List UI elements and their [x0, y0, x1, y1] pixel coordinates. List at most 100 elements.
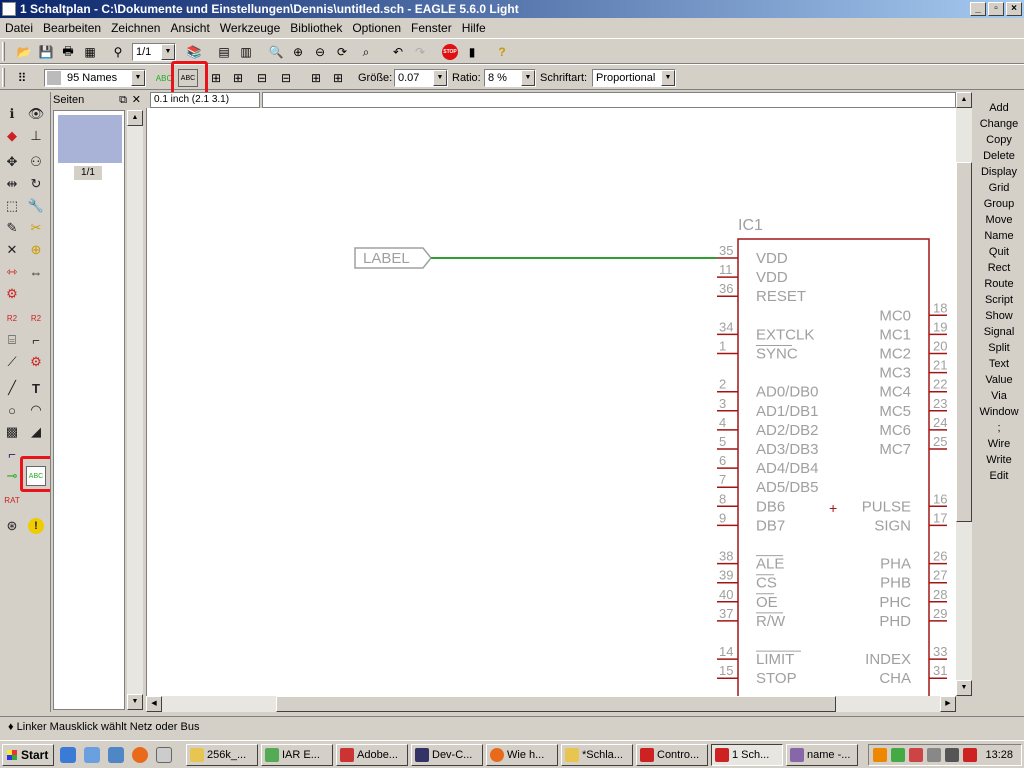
horizontal-scroll-thumb[interactable] — [276, 696, 836, 712]
toolbar-grip[interactable] — [2, 68, 5, 87]
paste-icon[interactable]: ✎ — [2, 218, 22, 238]
undo-icon[interactable]: ↶ — [388, 43, 408, 61]
eagle-app-icon[interactable] — [2, 2, 16, 16]
command-grid[interactable]: Grid — [974, 180, 1024, 196]
task-iar[interactable]: IAR E... — [261, 744, 333, 766]
command-semicolon[interactable]: ; — [974, 420, 1024, 436]
wire-icon[interactable]: ╱ — [2, 378, 22, 398]
scroll-down-arrow-icon[interactable]: ▼ — [956, 680, 972, 696]
tray-people-icon[interactable] — [891, 748, 905, 762]
close-button[interactable]: × — [1006, 2, 1022, 16]
align-bottom-center-icon[interactable]: ⊞ — [228, 69, 248, 87]
tray-security-icon[interactable] — [909, 748, 923, 762]
erc-icon[interactable]: ⊛ — [2, 516, 22, 536]
task-devc[interactable]: Dev-C... — [411, 744, 483, 766]
maximize-button[interactable]: ▫ — [988, 2, 1004, 16]
chevron-down-icon[interactable]: ▼ — [161, 44, 175, 60]
command-show[interactable]: Show — [974, 308, 1024, 324]
command-edit[interactable]: Edit — [974, 468, 1024, 484]
polygon-icon[interactable]: ◢ — [26, 422, 46, 442]
command-line-input[interactable] — [262, 92, 956, 108]
copy-icon[interactable]: ⚇ — [26, 152, 46, 172]
undock-icon[interactable]: ⧉ — [119, 92, 127, 108]
command-move[interactable]: Move — [974, 212, 1024, 228]
open-icon[interactable]: 📂 — [14, 43, 34, 61]
circle-icon[interactable]: ○ — [2, 400, 22, 420]
scroll-up-arrow-icon[interactable]: ▲ — [956, 92, 972, 108]
redraw-icon[interactable]: ⟳ — [332, 43, 352, 61]
redo-icon[interactable]: ↷ — [410, 43, 430, 61]
arc-icon[interactable]: ◠ — [26, 400, 46, 420]
network-quicklaunch-icon[interactable] — [108, 747, 124, 763]
net-label[interactable]: LABEL — [354, 247, 432, 269]
tray-app-icon[interactable] — [873, 748, 887, 762]
command-rect[interactable]: Rect — [974, 260, 1024, 276]
errors-icon[interactable]: ! — [26, 516, 46, 536]
mirror-icon[interactable]: ⇹ — [2, 174, 22, 194]
scroll-down-arrow-icon[interactable]: ▼ — [127, 694, 143, 710]
pinswap-icon[interactable]: ⇿ — [2, 262, 22, 282]
scroll-up-arrow-icon[interactable]: ▲ — [127, 110, 143, 126]
name-icon[interactable]: R2 — [2, 308, 22, 328]
board-switch-icon[interactable]: ▤ — [214, 43, 234, 61]
schematic-canvas[interactable]: LABEL IC1 35 VDD 11 VDD 36 RESET 34 EXTCLK 1 SYNC… — [146, 108, 956, 696]
command-group[interactable]: Group — [974, 196, 1024, 212]
stop-icon[interactable]: STOP — [440, 43, 460, 61]
tray-monitor-icon[interactable] — [945, 748, 959, 762]
media-quicklaunch-icon[interactable] — [84, 747, 100, 763]
library-icon[interactable]: 📚 — [184, 43, 204, 61]
task-adobe[interactable]: Adobe... — [336, 744, 408, 766]
text-icon[interactable]: T — [26, 378, 46, 398]
vertical-scroll-thumb[interactable] — [956, 162, 972, 522]
info-icon[interactable]: ℹ — [2, 104, 22, 124]
task-name[interactable]: name -... — [786, 744, 858, 766]
add-icon[interactable]: ⊕ — [26, 240, 46, 260]
show-eye-icon[interactable]: 👁 — [26, 104, 46, 124]
zoom-fit-icon[interactable]: 🔍 — [266, 43, 286, 61]
command-write[interactable]: Write — [974, 452, 1024, 468]
align-bottom-left-icon[interactable]: ⊞ — [206, 69, 226, 87]
display-layers-icon[interactable]: ◆ — [2, 126, 22, 146]
font-select[interactable]: Proportional ▼ — [592, 69, 676, 87]
split-icon[interactable]: ⟋ — [2, 352, 22, 372]
toolbar-grip[interactable] — [2, 42, 5, 61]
align-top-right-icon[interactable]: ⊞ — [328, 69, 348, 87]
command-quit[interactable]: Quit — [974, 244, 1024, 260]
change-icon[interactable]: 🔧 — [26, 196, 46, 216]
chevron-down-icon[interactable]: ▼ — [433, 70, 447, 86]
cut-icon[interactable]: ✂ — [26, 218, 46, 238]
menu-bearbeiten[interactable]: Bearbeiten — [38, 21, 106, 35]
schematic-svg[interactable]: LABEL IC1 35 VDD11 VDD36 RESET34 EXTCLK1 SYNC… — [147, 108, 956, 696]
zoom-in-icon[interactable]: ⊕ — [288, 43, 308, 61]
go-icon[interactable]: ▮ — [462, 43, 482, 61]
bus-icon[interactable]: ⌐ — [2, 444, 22, 464]
mark-icon[interactable]: ⊥ — [26, 126, 46, 146]
command-signal[interactable]: Signal — [974, 324, 1024, 340]
size-select[interactable]: 0.07 ▼ — [394, 69, 448, 87]
menu-zeichnen[interactable]: Zeichnen — [106, 21, 165, 35]
tray-eagle-icon[interactable] — [963, 748, 977, 762]
firefox-quicklaunch-icon[interactable] — [132, 747, 148, 763]
command-change[interactable]: Change — [974, 116, 1024, 132]
delete-icon[interactable]: ✕ — [2, 240, 22, 260]
ulp-icon[interactable]: ▥ — [236, 43, 256, 61]
print-icon[interactable]: 🖶 — [58, 43, 78, 61]
page-thumbnail[interactable] — [58, 115, 122, 163]
scroll-right-arrow-icon[interactable]: ▶ — [940, 696, 956, 712]
zoom-out-icon[interactable]: ⊖ — [310, 43, 330, 61]
menu-datei[interactable]: Datei — [0, 21, 38, 35]
menu-bibliothek[interactable]: Bibliothek — [285, 21, 347, 35]
gateswap-icon[interactable]: ⇔ — [26, 262, 46, 282]
align-center-icon[interactable]: ⊟ — [276, 69, 296, 87]
command-route[interactable]: Route — [974, 276, 1024, 292]
replace-icon[interactable]: ⚙ — [2, 284, 22, 304]
scroll-left-arrow-icon[interactable]: ◀ — [146, 696, 162, 712]
smash-icon[interactable]: ⌸ — [2, 330, 22, 350]
minimize-button[interactable]: _ — [970, 2, 986, 16]
command-text[interactable]: Text — [974, 356, 1024, 372]
rotate-icon[interactable]: ↻ — [26, 174, 46, 194]
calc-quicklaunch-icon[interactable] — [156, 747, 172, 763]
chevron-down-icon[interactable]: ▼ — [131, 70, 145, 86]
command-name[interactable]: Name — [974, 228, 1024, 244]
canvas-vertical-scrollbar[interactable]: ▲ ▼ — [956, 92, 972, 696]
